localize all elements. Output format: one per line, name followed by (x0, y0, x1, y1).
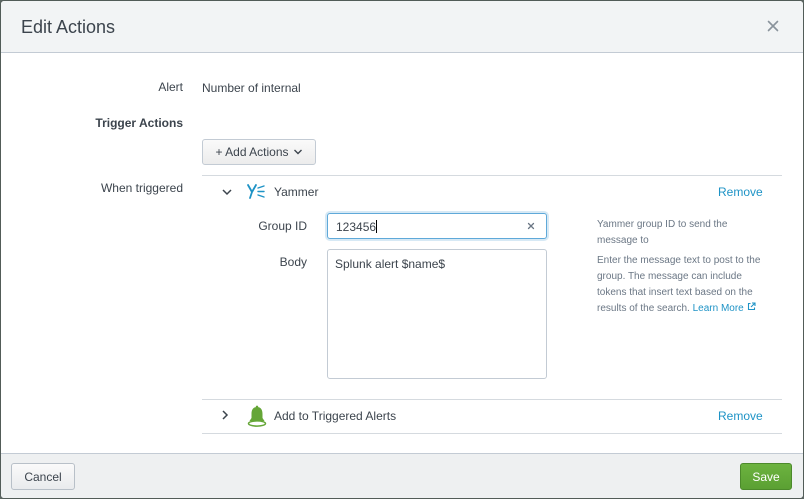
chevron-right-icon[interactable] (219, 409, 231, 421)
add-actions-button[interactable]: + Add Actions (202, 139, 316, 165)
add-actions-label: + Add Actions (215, 145, 289, 159)
group-id-help: Yammer group ID to send the message to (597, 219, 728, 246)
learn-more-link[interactable]: Learn More (693, 302, 756, 314)
yammer-icon (247, 184, 265, 199)
dialog-header: Edit Actions (1, 1, 803, 53)
external-link-icon (747, 302, 756, 311)
body-help: Enter the message text to post to the gr… (597, 255, 761, 314)
when-triggered-label: When triggered (100, 181, 183, 195)
chevron-down-icon[interactable] (221, 186, 233, 198)
action-title-triggered-alerts: Add to Triggered Alerts (274, 409, 397, 423)
edit-actions-dialog: Edit Actions Alert Number of internal Tr… (1, 1, 803, 498)
divider (202, 399, 782, 400)
close-icon[interactable] (765, 18, 781, 34)
body-textarea[interactable]: Splunk alert $name$ (327, 249, 547, 379)
remove-yammer-link[interactable]: Remove (718, 185, 763, 199)
bell-icon (247, 405, 267, 427)
cancel-button[interactable]: Cancel (11, 463, 75, 490)
clear-icon[interactable] (525, 220, 537, 232)
action-title-yammer: Yammer (274, 185, 319, 199)
dialog-body: Alert Number of internal Trigger Actions… (1, 53, 803, 453)
text-caret (376, 220, 378, 233)
trigger-actions-label: Trigger Actions (95, 116, 183, 130)
body-value: Splunk alert $name$ (335, 257, 446, 271)
body-label: Body (279, 255, 307, 269)
alert-label: Alert (158, 80, 183, 94)
divider (202, 175, 782, 176)
divider (202, 433, 782, 434)
dialog-title: Edit Actions (21, 17, 116, 37)
save-button[interactable]: Save (740, 463, 792, 490)
alert-value: Number of internal (202, 81, 301, 95)
group-id-label: Group ID (258, 219, 307, 233)
group-id-value: 123456 (336, 220, 377, 234)
chevron-down-icon (293, 149, 302, 155)
dialog-footer: Cancel Save (1, 453, 803, 498)
group-id-input[interactable]: 123456 (327, 213, 547, 239)
remove-triggered-alerts-link[interactable]: Remove (718, 409, 763, 423)
